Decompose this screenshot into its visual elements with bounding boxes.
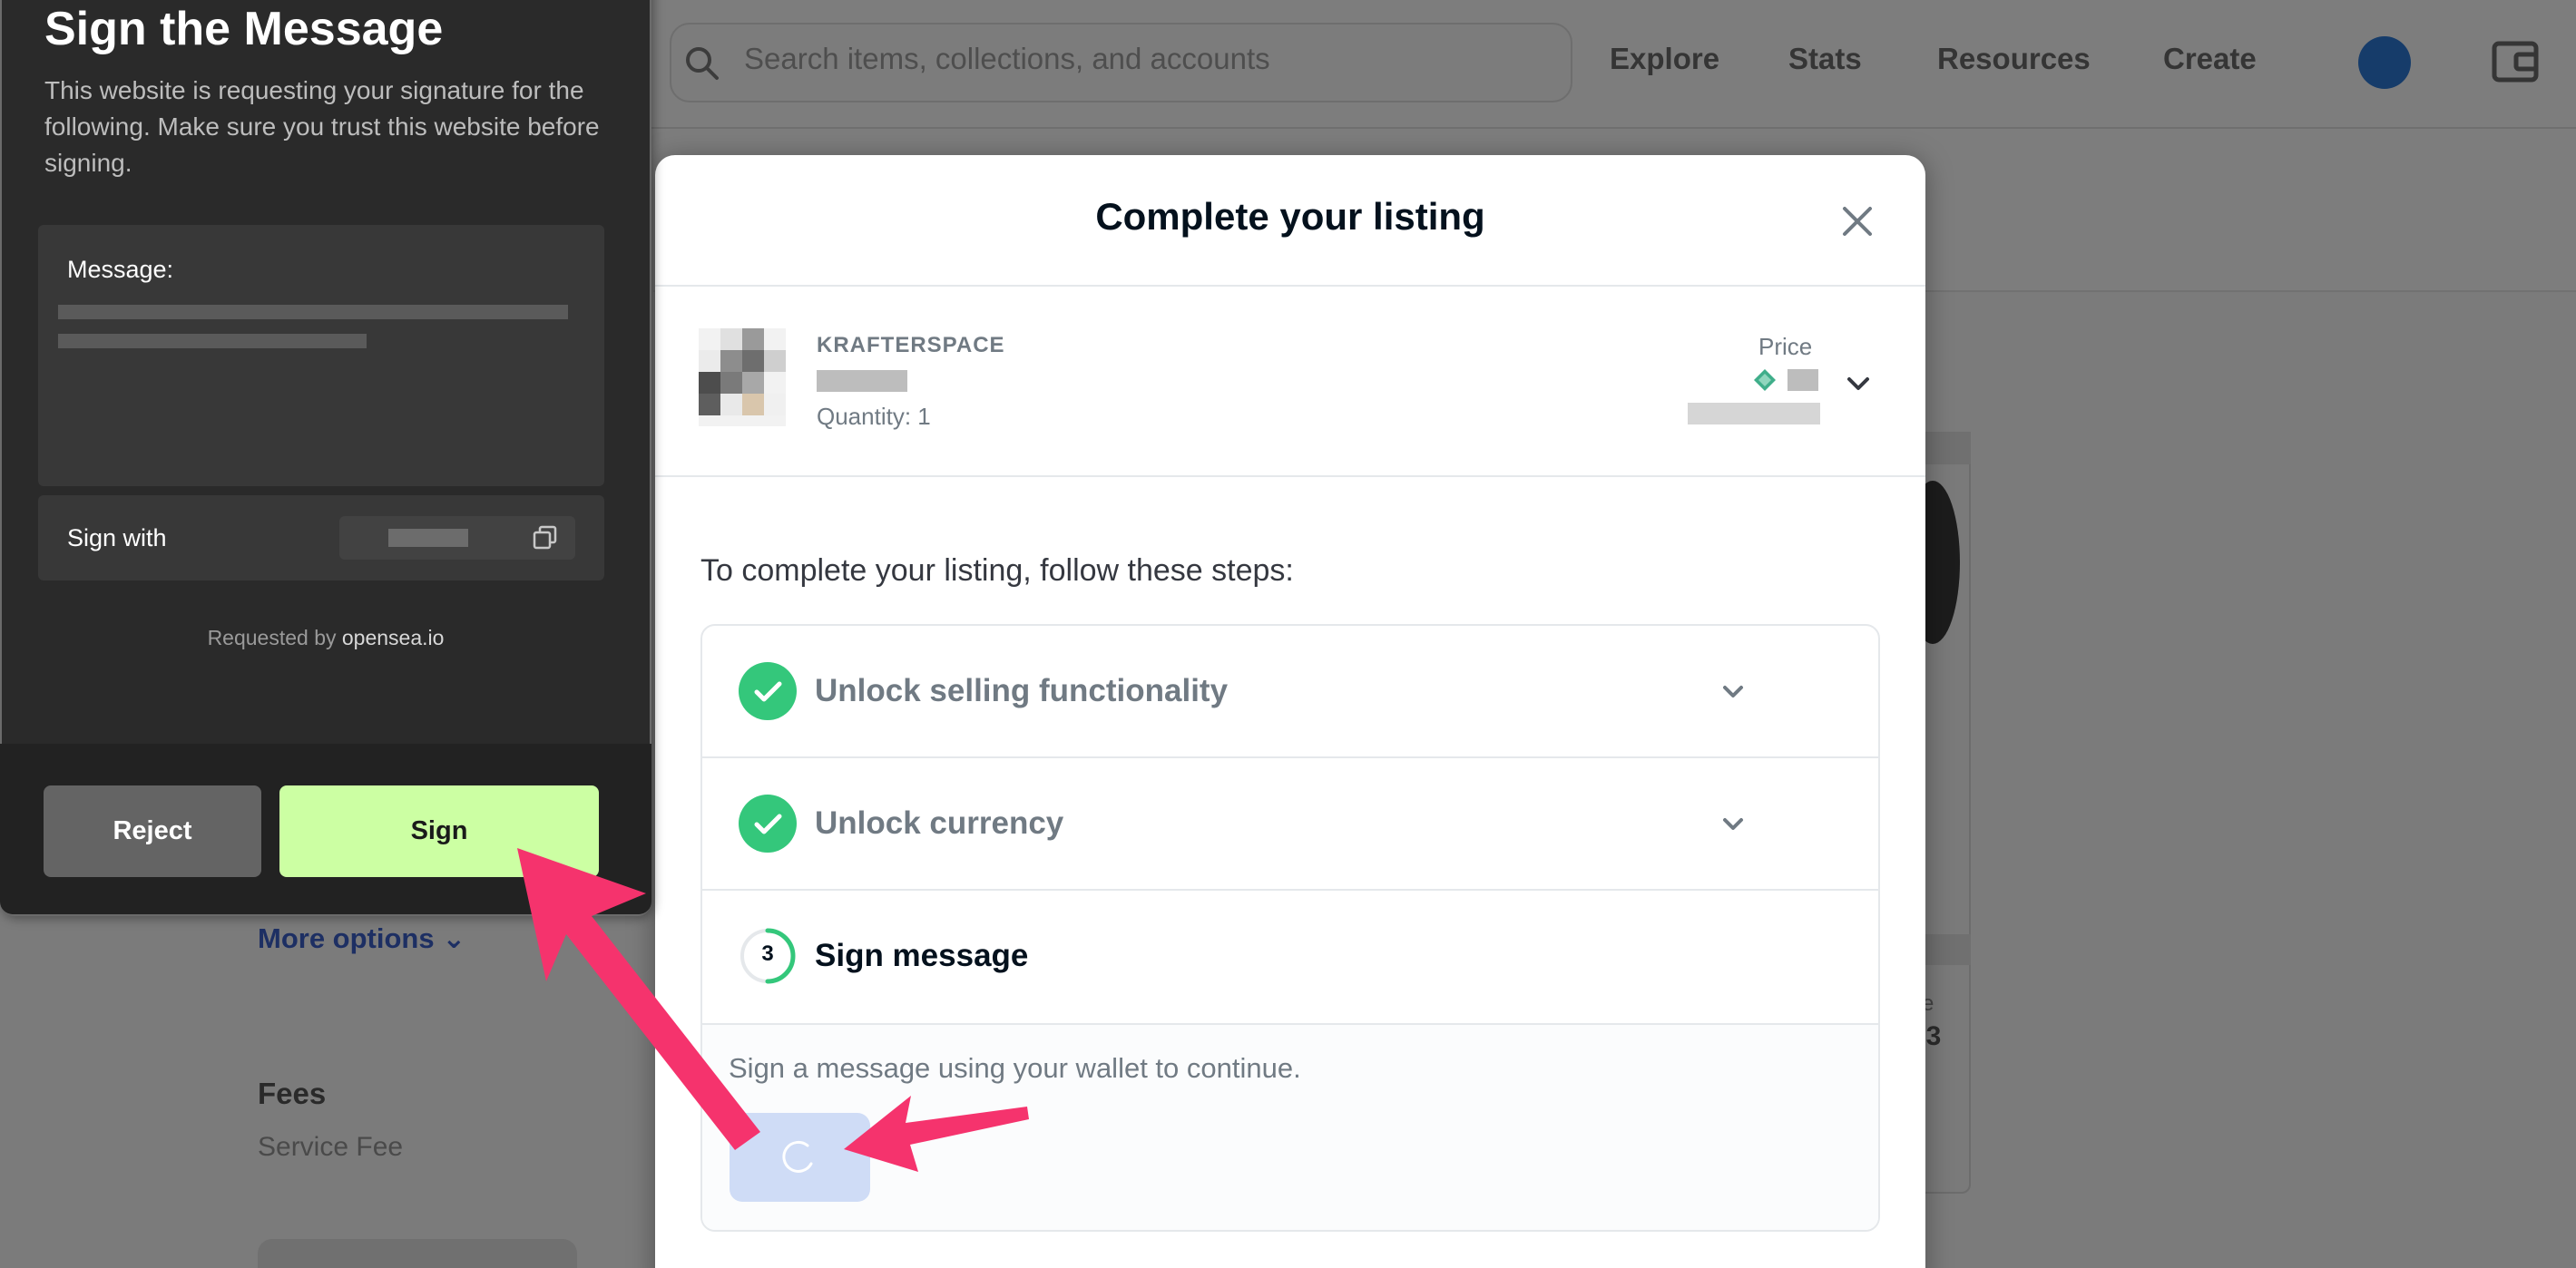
requested-by: Requested by opensea.io [207, 626, 445, 649]
copy-icon[interactable] [532, 524, 559, 551]
step-2-check-icon [739, 795, 797, 853]
price-usd-redacted [1688, 403, 1820, 424]
item-name-redacted [817, 370, 907, 392]
nav-create[interactable]: Create [2163, 42, 2257, 76]
message-label: Message: [67, 256, 174, 283]
step-divider [702, 889, 1878, 891]
chevron-down-icon[interactable] [1842, 367, 1875, 400]
wallet-icon[interactable] [2491, 36, 2542, 87]
sign-with-label: Sign with [67, 524, 167, 551]
collection-name: KRAFTERSPACE [817, 333, 1005, 357]
more-options-link[interactable]: More options ⌄ [258, 922, 465, 955]
service-fee-label: Service Fee [258, 1132, 404, 1162]
wallet-title: Sign the Message [44, 3, 444, 55]
steps-intro: To complete your listing, follow these s… [700, 553, 1294, 588]
avatar[interactable] [2358, 36, 2411, 89]
background-button [258, 1239, 577, 1268]
step-3-label: Sign message [815, 938, 1029, 973]
search-icon [686, 47, 719, 80]
step-3-number: 3 [761, 941, 774, 966]
chevron-down-icon[interactable] [1718, 808, 1748, 839]
modal-header-divider [655, 285, 1925, 287]
eth-diamond-icon [1754, 369, 1776, 391]
sign-button[interactable]: Sign [279, 785, 599, 877]
close-icon[interactable] [1839, 203, 1876, 239]
nav-explore[interactable]: Explore [1610, 42, 1719, 76]
step-1-check-icon [739, 662, 797, 720]
search-input[interactable]: Search items, collections, and accounts [744, 42, 1270, 76]
price-label: Price [1758, 333, 1813, 360]
item-summary-divider [655, 475, 1925, 477]
nav-resources[interactable]: Resources [1937, 42, 2091, 76]
reject-button[interactable]: Reject [44, 785, 261, 877]
message-content-redacted [58, 334, 367, 348]
modal-title: Complete your listing [1095, 195, 1485, 238]
step-2-label[interactable]: Unlock currency [815, 805, 1063, 842]
step-divider [702, 756, 1878, 758]
step-1-label[interactable]: Unlock selling functionality [815, 673, 1228, 709]
fees-heading: Fees [258, 1077, 327, 1110]
step-3-description: Sign a message using your wallet to cont… [729, 1052, 1301, 1084]
spinner-icon [782, 1140, 813, 1173]
nft-thumbnail [699, 328, 786, 426]
nav-stats[interactable]: Stats [1788, 42, 1862, 76]
quantity-label: Quantity: 1 [817, 403, 931, 430]
price-value-redacted [1788, 369, 1818, 391]
wallet-description: This website is requesting your signatur… [44, 76, 600, 177]
chevron-down-icon[interactable] [1718, 676, 1748, 707]
message-content-redacted [58, 305, 568, 319]
